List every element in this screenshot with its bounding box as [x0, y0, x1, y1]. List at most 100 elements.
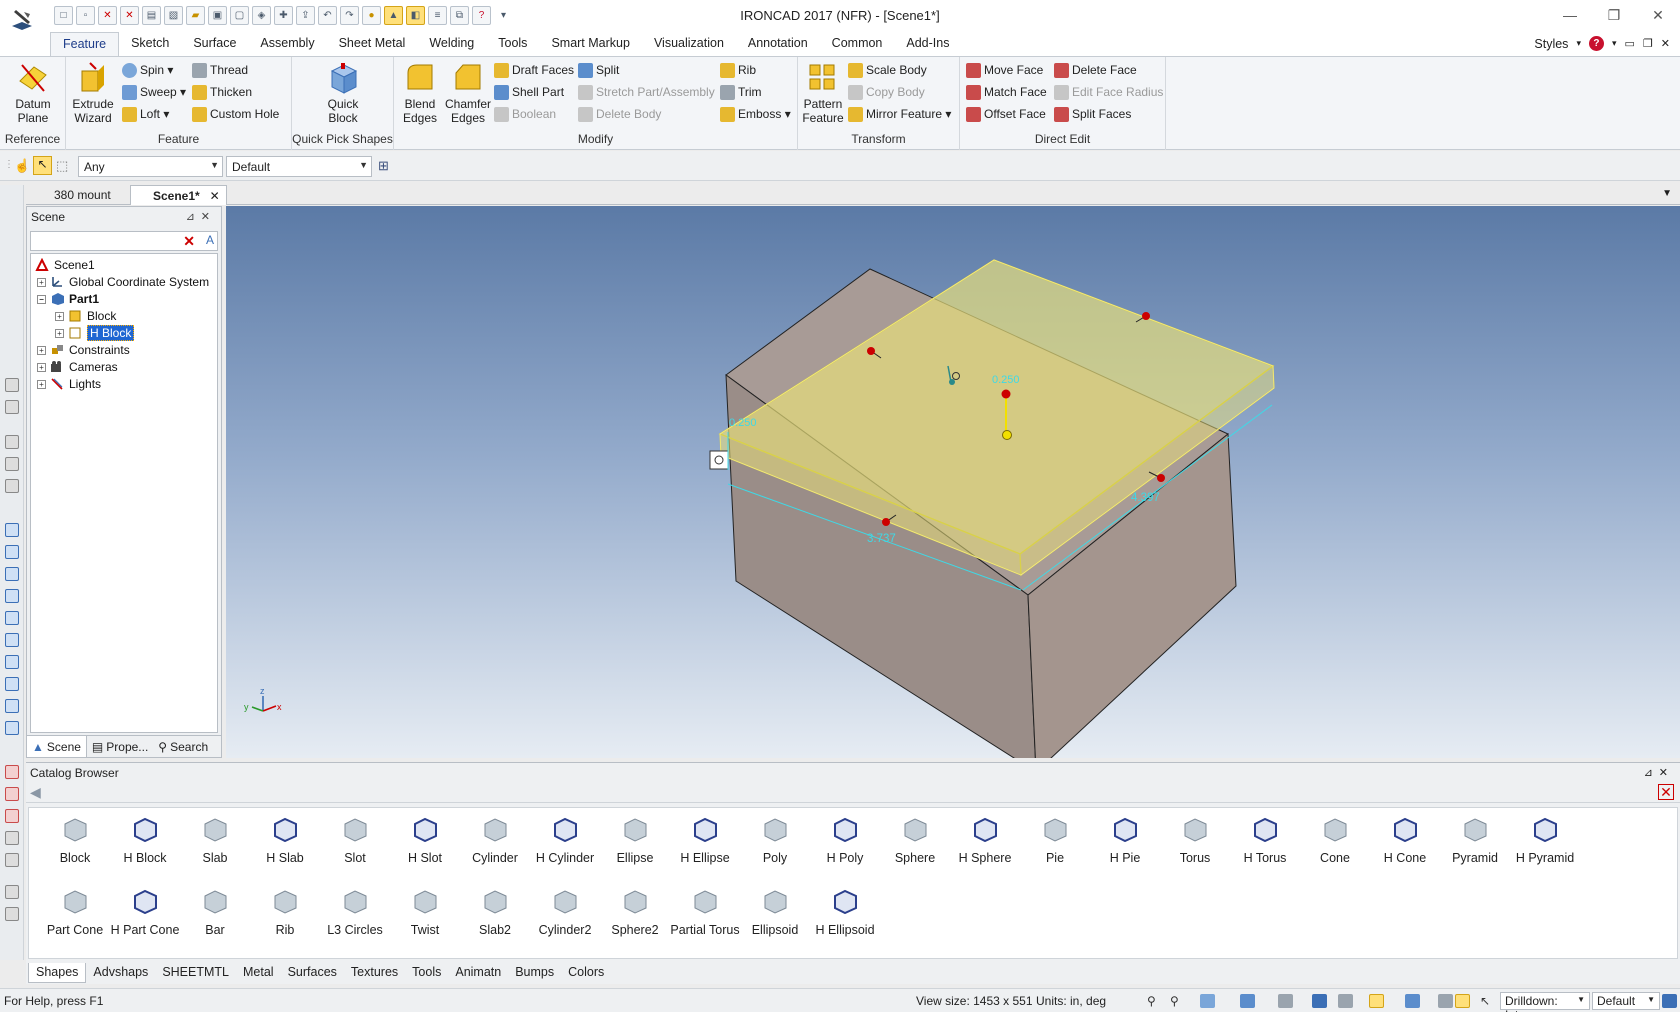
- cube-view-icon[interactable]: [5, 721, 19, 735]
- thread-button[interactable]: Thread: [192, 61, 248, 79]
- catalog-item[interactable]: Rib: [245, 888, 325, 937]
- catalog-item[interactable]: Partial Torus: [665, 888, 745, 937]
- view-icon[interactable]: [5, 378, 19, 392]
- catalog-item[interactable]: H Poly: [805, 816, 885, 865]
- view-icon[interactable]: [5, 457, 19, 471]
- catalog-item[interactable]: Cylinder: [455, 816, 535, 865]
- tab-tools[interactable]: Tools: [486, 32, 539, 56]
- dim-label-top-height[interactable]: 0.250: [992, 374, 1020, 386]
- cube-view-icon[interactable]: [5, 567, 19, 581]
- edit-face-radius-button[interactable]: Edit Face Radius: [1054, 83, 1163, 101]
- cube-view-icon[interactable]: [5, 545, 19, 559]
- catalog-item[interactable]: H Part Cone: [105, 888, 185, 937]
- tab-search[interactable]: ⚲ Search: [153, 736, 213, 757]
- expand-icon[interactable]: +: [37, 379, 46, 389]
- split-faces-button[interactable]: Split Faces: [1054, 105, 1131, 123]
- copy-body-button[interactable]: Copy Body: [848, 83, 925, 101]
- measure-icon[interactable]: [5, 765, 19, 779]
- catalog-item[interactable]: H Pyramid: [1505, 816, 1585, 865]
- catalog-item[interactable]: Sphere2: [595, 888, 675, 937]
- orbit-icon[interactable]: [1278, 994, 1293, 1008]
- maximize-icon[interactable]: ❐: [1592, 0, 1636, 30]
- search-options-icon[interactable]: A: [206, 233, 214, 247]
- move-face-button[interactable]: Move Face: [966, 61, 1043, 79]
- drilldown-combo[interactable]: Drilldown: Int ▼: [1500, 992, 1590, 1012]
- tool-icon[interactable]: [5, 907, 19, 921]
- catalog-item[interactable]: H Torus: [1225, 816, 1305, 865]
- catalog-item[interactable]: Slab: [175, 816, 255, 865]
- tab-visualization[interactable]: Visualization: [642, 32, 736, 56]
- tree-item-global-coordinate-system[interactable]: + Global Coordinate System: [37, 273, 209, 291]
- select-pointer-icon[interactable]: ↖: [33, 156, 52, 175]
- tree-item-block[interactable]: + Block: [55, 307, 116, 325]
- draft-faces-button[interactable]: Draft Faces: [494, 61, 574, 79]
- height-handle[interactable]: [1002, 430, 1012, 440]
- zoom-icon[interactable]: ⚲: [1147, 994, 1162, 1008]
- stretch-button[interactable]: Stretch Part/Assembly: [578, 83, 715, 101]
- catalog-item[interactable]: L3 Circles: [315, 888, 395, 937]
- tab-properties[interactable]: ▤ Prope...: [87, 736, 153, 757]
- tab-common[interactable]: Common: [820, 32, 895, 56]
- catalog-tab[interactable]: Tools: [405, 963, 448, 983]
- cube-view-icon[interactable]: [5, 589, 19, 603]
- expand-icon[interactable]: +: [37, 277, 46, 287]
- offset-face-button[interactable]: Offset Face: [966, 105, 1046, 123]
- lights-icon[interactable]: [1338, 994, 1353, 1008]
- chamfer-edges-button[interactable]: Chamfer Edges: [444, 61, 492, 125]
- select-filter-icon[interactable]: ☝: [14, 158, 30, 174]
- sweep-button[interactable]: Sweep ▾: [122, 83, 186, 101]
- dim-label-width[interactable]: 3.737: [867, 533, 896, 545]
- tree-item-scene1[interactable]: Scene1: [35, 256, 95, 274]
- tree-item-part1[interactable]: − Part1: [37, 290, 99, 308]
- loft-button[interactable]: Loft ▾: [122, 105, 169, 123]
- catalog-item[interactable]: Cone: [1295, 816, 1375, 865]
- anchor-icon[interactable]: [709, 450, 729, 470]
- catalog-item[interactable]: Poly: [735, 816, 815, 865]
- collapse-icon[interactable]: −: [37, 294, 46, 304]
- catalog-item[interactable]: H Ellipsoid: [805, 888, 885, 937]
- tab-list-chevron-icon[interactable]: ▼: [1662, 188, 1672, 199]
- thicken-button[interactable]: Thicken: [192, 83, 252, 101]
- close-catalog-icon[interactable]: ✕: [1658, 784, 1674, 800]
- cube-view-icon[interactable]: [5, 677, 19, 691]
- catalog-tab[interactable]: Animatn: [448, 963, 508, 983]
- tool-icon[interactable]: [5, 831, 19, 845]
- tab-annotation[interactable]: Annotation: [736, 32, 820, 56]
- expand-icon[interactable]: +: [55, 328, 64, 338]
- tab-sketch[interactable]: Sketch: [119, 32, 181, 56]
- catalog-item[interactable]: Twist: [385, 888, 465, 937]
- catalog-tab[interactable]: Bumps: [508, 963, 561, 983]
- catalog-item[interactable]: H Pie: [1085, 816, 1165, 865]
- shading-icon[interactable]: [1369, 994, 1384, 1008]
- catalog-tab[interactable]: Textures: [344, 963, 405, 983]
- catalog-item[interactable]: H Block: [105, 816, 185, 865]
- cube-view-icon[interactable]: [5, 655, 19, 669]
- tab-add-ins[interactable]: Add-Ins: [894, 32, 961, 56]
- expand-icon[interactable]: +: [37, 345, 46, 355]
- catalog-tab[interactable]: Surfaces: [281, 963, 344, 983]
- panel-pin-close-icons[interactable]: ⊿✕: [186, 210, 216, 223]
- catalog-tab[interactable]: Metal: [236, 963, 281, 983]
- 3d-viewport[interactable]: 0.250 0.250 3.737 4.397 z x y: [226, 206, 1680, 758]
- tree-item-h-block[interactable]: + H Block: [55, 324, 135, 342]
- catalog-tab[interactable]: Advshaps: [86, 963, 155, 983]
- catalog-item[interactable]: H Cone: [1365, 816, 1445, 865]
- cube-view-icon[interactable]: [5, 611, 19, 625]
- select-region-icon[interactable]: ⬚: [56, 158, 68, 174]
- dim-label-left-height[interactable]: 0.250: [729, 417, 757, 429]
- tab-sheet-metal[interactable]: Sheet Metal: [327, 32, 418, 56]
- tab-surface[interactable]: Surface: [181, 32, 248, 56]
- catalog-item[interactable]: Slab2: [455, 888, 535, 937]
- catalog-item[interactable]: H Sphere: [945, 816, 1025, 865]
- view-cube-icon[interactable]: [1200, 994, 1215, 1008]
- tab-welding[interactable]: Welding: [417, 32, 486, 56]
- view-icon[interactable]: [5, 435, 19, 449]
- emboss-button[interactable]: Emboss ▾: [720, 105, 791, 123]
- ribbon-minimize-icon[interactable]: ▭: [1625, 37, 1635, 50]
- pattern-feature-button[interactable]: Pattern Feature: [800, 61, 846, 125]
- catalog-item[interactable]: Slot: [315, 816, 395, 865]
- boolean-button[interactable]: Boolean: [494, 105, 556, 123]
- catalog-item[interactable]: H Cylinder: [525, 816, 605, 865]
- catalog-item[interactable]: Ellipse: [595, 816, 675, 865]
- measure-icon[interactable]: [5, 809, 19, 823]
